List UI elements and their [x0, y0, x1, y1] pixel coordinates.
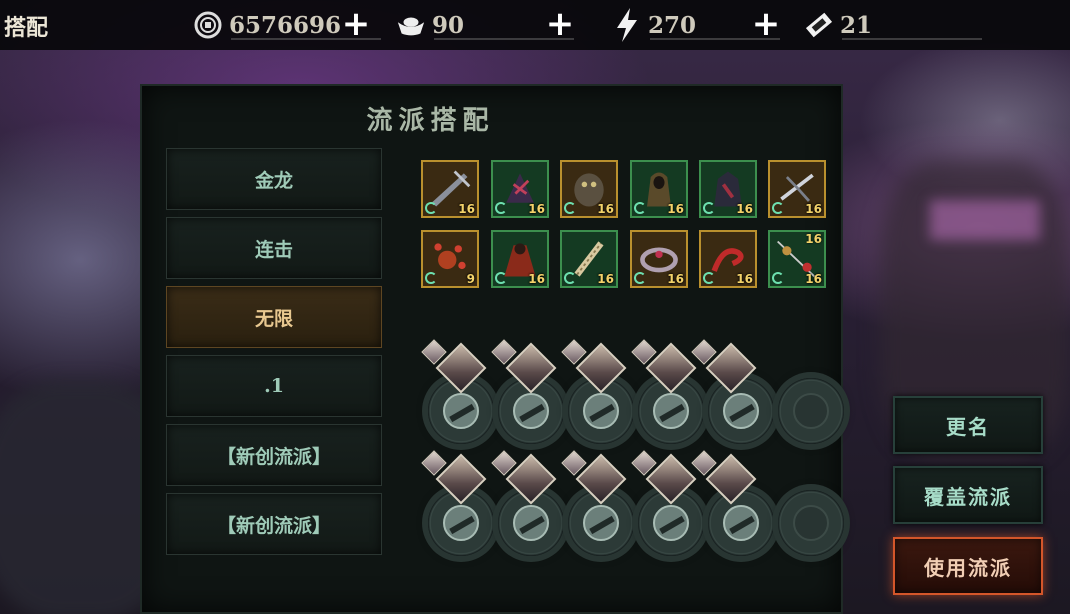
gear-slot[interactable]: 16	[491, 160, 549, 218]
hero-emblem-icon	[723, 505, 759, 541]
hero-emblem-icon	[723, 393, 759, 429]
refine-icon	[703, 202, 715, 214]
preset-item-lianji[interactable]: 连击	[166, 217, 382, 279]
preset-item-jinlong[interactable]: 金龙	[166, 148, 382, 210]
coin-icon	[193, 10, 223, 40]
ticket-icon	[804, 10, 834, 40]
stamina-resource: 270	[612, 0, 780, 50]
gear-level: 9	[466, 272, 475, 286]
empty-hero-slot[interactable]	[778, 490, 844, 556]
gear-slot[interactable]: 16	[630, 160, 688, 218]
hero-emblem-icon	[583, 393, 619, 429]
refine-icon	[425, 202, 437, 214]
refine-icon	[634, 202, 646, 214]
refine-icon	[495, 202, 507, 214]
overwrite-school-button[interactable]: 覆盖流派	[893, 466, 1043, 524]
top-bar: 搭配 6576696 + 90 + 270 + 21	[0, 0, 1070, 50]
refine-icon	[772, 272, 784, 284]
use-school-button[interactable]: 使用流派	[893, 537, 1043, 595]
gear-slot[interactable]: 16	[491, 230, 549, 288]
gear-level-top: 16	[805, 232, 822, 246]
gear-level: 16	[667, 272, 684, 286]
add-ingot-button[interactable]: +	[543, 7, 577, 42]
hero-slot[interactable]	[708, 490, 774, 556]
gear-level: 16	[597, 272, 614, 286]
add-coin-button[interactable]: +	[339, 7, 373, 42]
lightning-icon	[612, 8, 642, 42]
gear-level: 16	[805, 272, 822, 286]
refine-icon	[703, 272, 715, 284]
hero-emblem-icon	[583, 505, 619, 541]
gear-slot[interactable]: 16	[560, 160, 618, 218]
hero-emblem-icon	[513, 393, 549, 429]
gear-level: 16	[736, 272, 753, 286]
panel-title: 流派搭配	[366, 106, 495, 136]
school-loadout-panel: 流派搭配 金龙 连击 无限 .1 【新创流派】 【新创流派】 16 16 16 …	[140, 84, 844, 614]
coin-resource: 6576696	[193, 0, 381, 50]
hero-emblem-icon	[443, 393, 479, 429]
refine-icon	[634, 272, 646, 284]
ticket-resource: 21	[804, 0, 982, 50]
empty-hero-slot[interactable]	[778, 378, 844, 444]
preset-item-new-1[interactable]: 【新创流派】	[166, 424, 382, 486]
ticket-value: 21	[840, 11, 873, 39]
gear-slot[interactable]: 16	[421, 160, 479, 218]
add-stamina-button[interactable]: +	[749, 7, 783, 42]
gear-slot[interactable]: 16	[768, 160, 826, 218]
gear-slot[interactable]: 16 16	[768, 230, 826, 288]
gear-level: 16	[597, 202, 614, 216]
refine-icon	[425, 272, 437, 284]
ingot-value: 90	[432, 11, 465, 39]
gear-slot[interactable]: 9	[421, 230, 479, 288]
refine-icon	[564, 202, 576, 214]
screen-title: 搭配	[4, 15, 49, 41]
refine-icon	[772, 202, 784, 214]
gear-level: 16	[736, 202, 753, 216]
gear-slot[interactable]: 16	[699, 230, 757, 288]
gear-level: 16	[458, 202, 475, 216]
gear-level: 16	[528, 202, 545, 216]
ingot-resource: 90	[396, 0, 574, 50]
hero-emblem-icon	[653, 393, 689, 429]
hero-emblem-icon	[513, 505, 549, 541]
refine-icon	[564, 272, 576, 284]
gear-slot[interactable]: 16	[699, 160, 757, 218]
gear-level: 16	[805, 202, 822, 216]
stamina-value: 270	[648, 11, 697, 39]
hero-slot[interactable]	[708, 378, 774, 444]
gear-level: 16	[528, 272, 545, 286]
ingot-icon	[396, 10, 426, 40]
mask-icon	[793, 393, 829, 429]
rename-button[interactable]: 更名	[893, 396, 1043, 454]
gear-slot[interactable]: 16	[630, 230, 688, 288]
refine-icon	[495, 272, 507, 284]
preset-item-new-2[interactable]: 【新创流派】	[166, 493, 382, 555]
hero-emblem-icon	[443, 505, 479, 541]
mask-icon	[793, 505, 829, 541]
gear-slot[interactable]: 16	[560, 230, 618, 288]
hero-emblem-icon	[653, 505, 689, 541]
preset-item-wuxian[interactable]: 无限	[166, 286, 382, 348]
coin-value: 6576696	[229, 11, 342, 39]
gear-level: 16	[667, 202, 684, 216]
preset-item-dot1[interactable]: .1	[166, 355, 382, 417]
